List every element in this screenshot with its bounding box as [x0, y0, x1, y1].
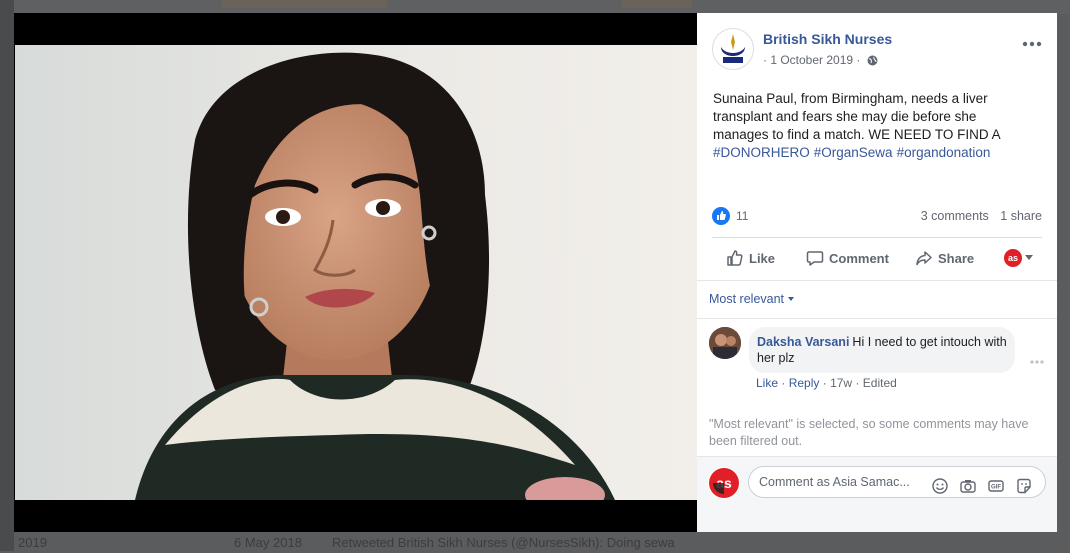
thumbs-up-icon: [727, 250, 743, 266]
camera-icon[interactable]: [960, 475, 976, 493]
reactions-row: 11 3 comments 1 share: [712, 205, 1042, 227]
shares-count[interactable]: 1 share: [1000, 209, 1042, 223]
background-year: 2019: [18, 535, 47, 550]
background-strip: [222, 0, 387, 8]
comment-composer: as Comment as Asia Samac... GIF: [697, 456, 1057, 532]
sort-comments-dropdown[interactable]: Most relevant: [709, 292, 795, 306]
comment-bubble: Daksha Varsani Hi I need to get intouch w…: [749, 327, 1015, 373]
comment-like-link[interactable]: Like: [756, 376, 778, 390]
share-label: Share: [938, 251, 975, 266]
hashtag[interactable]: #DONORHERO: [713, 145, 810, 160]
comment-time[interactable]: 17w: [830, 376, 852, 390]
comments-count[interactable]: 3 comments: [921, 209, 989, 223]
sikh-nurses-logo: [714, 30, 752, 68]
current-user-avatar[interactable]: as: [708, 467, 740, 499]
divider: [712, 237, 1042, 238]
globe-icon: [867, 55, 878, 69]
comment-reply-link[interactable]: Reply: [789, 376, 820, 390]
emoji-icon[interactable]: [932, 475, 948, 494]
comment-input[interactable]: Comment as Asia Samac... GIF: [748, 466, 1046, 498]
more-options-icon[interactable]: [1022, 34, 1042, 47]
hashtag[interactable]: #organdonation: [897, 145, 991, 160]
like-button[interactable]: Like: [726, 249, 775, 269]
background-top-bar: [0, 0, 1070, 14]
hashtag-list: #DONORHERO #OrganSewa #organdonation: [713, 145, 994, 160]
post-panel: British Sikh Nurses · 1 October 2019 · S…: [697, 13, 1057, 532]
action-bar: Like Comment Share as: [712, 245, 1042, 273]
gif-icon[interactable]: GIF: [988, 475, 1004, 492]
profile-switcher-avatar[interactable]: as: [1004, 249, 1022, 267]
filter-notice: "Most relevant" is selected, so some com…: [709, 417, 1029, 448]
divider: [697, 318, 1057, 319]
reaction-count[interactable]: 11: [736, 209, 748, 223]
caret-down-icon: [788, 297, 795, 301]
comment-icon: [806, 251, 824, 266]
page-name[interactable]: British Sikh Nurses: [763, 31, 892, 47]
sticker-icon[interactable]: [1016, 475, 1032, 494]
post-photo[interactable]: [15, 45, 697, 500]
hashtag[interactable]: #OrganSewa: [814, 145, 893, 160]
background-date: 6 May 2018: [234, 535, 302, 550]
share-icon: [916, 251, 932, 266]
post-body: Sunaina Paul, from Birmingham, needs a l…: [713, 91, 1001, 142]
chevron-down-icon[interactable]: [1025, 255, 1033, 260]
sort-label: Most relevant: [709, 292, 785, 306]
page-avatar[interactable]: [712, 28, 754, 70]
background-timeline-row: 2019 6 May 2018 Retweeted British Sikh N…: [0, 531, 1070, 551]
comment-input-placeholder: Comment as Asia Samac...: [759, 475, 910, 489]
post-header: British Sikh Nurses · 1 October 2019 ·: [712, 28, 1042, 73]
comment-button[interactable]: Comment: [806, 249, 889, 269]
comment-actions: Like · Reply · 17w · Edited: [756, 376, 897, 390]
like-reaction-icon[interactable]: [712, 207, 730, 225]
comment-item: Daksha Varsani Hi I need to get intouch w…: [709, 327, 1049, 397]
photo-theater: [14, 13, 697, 532]
comments-section: Most relevant Daksha Varsani Hi I need to…: [697, 280, 1057, 532]
svg-text:GIF: GIF: [991, 485, 1001, 491]
background-retweet-text: Retweeted British Sikh Nurses (@NursesSi…: [332, 535, 675, 550]
background-sidebar: [0, 0, 14, 551]
post-meta: · 1 October 2019 ·: [763, 53, 878, 69]
comment-options-icon[interactable]: [1030, 351, 1044, 364]
like-label: Like: [749, 251, 776, 266]
post-text: Sunaina Paul, from Birmingham, needs a l…: [713, 90, 1033, 162]
share-button[interactable]: Share: [915, 249, 974, 269]
comment-edited[interactable]: Edited: [863, 376, 897, 390]
portrait-illustration: [15, 45, 697, 500]
comment-label: Comment: [829, 251, 889, 266]
post-date[interactable]: · 1 October 2019 ·: [763, 53, 860, 67]
comment-author[interactable]: Daksha Varsani: [757, 335, 849, 349]
commenter-avatar[interactable]: [709, 327, 741, 359]
engagement-counts: 3 comments 1 share: [913, 209, 1042, 223]
background-strip: [622, 0, 692, 8]
